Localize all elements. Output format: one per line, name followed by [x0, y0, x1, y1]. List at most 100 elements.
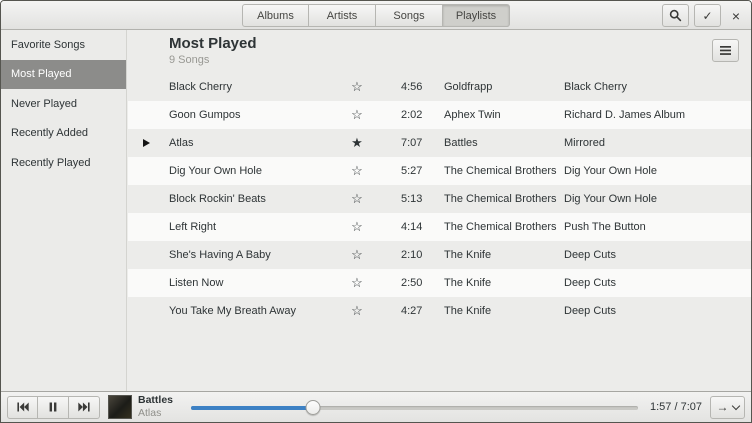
- song-count: 9 Songs: [169, 54, 209, 66]
- sidebar-item-recently-played[interactable]: Recently Played: [1, 148, 126, 178]
- song-duration: 5:27: [401, 157, 422, 185]
- song-artist: The Knife: [444, 241, 491, 269]
- song-title: She's Having A Baby: [169, 241, 271, 269]
- song-duration: 2:50: [401, 269, 422, 297]
- tab-playlists[interactable]: Playlists: [443, 4, 510, 27]
- song-title: You Take My Breath Away: [169, 297, 296, 325]
- player-bar: Battles Atlas 1:57 / 7:07 →: [1, 391, 751, 422]
- time-display: 1:57 / 7:07: [650, 401, 702, 413]
- sidebar-item-label: Favorite Songs: [11, 39, 85, 51]
- previous-button[interactable]: [7, 396, 38, 419]
- sidebar-item-never-played[interactable]: Never Played: [1, 89, 126, 119]
- song-row[interactable]: Block Rockin' Beats ☆ 5:13 The Chemical …: [128, 185, 751, 213]
- song-artist: The Chemical Brothers: [444, 185, 557, 213]
- playlist-view: Most Played 9 Songs Black Cherry ☆ 4:56 …: [128, 30, 751, 391]
- song-row[interactable]: She's Having A Baby ☆ 2:10 The Knife Dee…: [128, 241, 751, 269]
- tab-artists[interactable]: Artists: [309, 4, 376, 27]
- sidebar-item-label: Most Played: [11, 68, 72, 80]
- favorite-star-icon[interactable]: ☆: [347, 101, 367, 129]
- now-playing-primary: Battles: [138, 394, 173, 407]
- close-icon: ×: [732, 8, 740, 24]
- song-duration: 4:14: [401, 213, 422, 241]
- song-title: Goon Gumpos: [169, 101, 241, 129]
- song-album: Dig Your Own Hole: [564, 185, 657, 213]
- sidebar-item-favorite-songs[interactable]: Favorite Songs: [1, 30, 126, 60]
- next-button[interactable]: [69, 396, 100, 419]
- check-icon: ✓: [702, 9, 712, 23]
- song-duration: 5:13: [401, 185, 422, 213]
- song-title: Dig Your Own Hole: [169, 157, 262, 185]
- now-playing-album-art: [108, 395, 132, 419]
- gnome-music-window: Albums Artists Songs Playlists ✓ × Favor…: [0, 0, 752, 423]
- seek-progress: [191, 406, 313, 410]
- favorite-star-icon[interactable]: ☆: [347, 73, 367, 101]
- sidebar-item-recently-added[interactable]: Recently Added: [1, 119, 126, 149]
- song-artist: The Chemical Brothers: [444, 213, 557, 241]
- song-artist: The Knife: [444, 269, 491, 297]
- song-title: Listen Now: [169, 269, 223, 297]
- song-duration: 2:10: [401, 241, 422, 269]
- song-artist: The Chemical Brothers: [444, 157, 557, 185]
- now-playing-icon: [143, 139, 150, 147]
- favorite-star-icon[interactable]: ☆: [347, 269, 367, 297]
- sidebar-item-label: Never Played: [11, 98, 77, 110]
- song-row[interactable]: Goon Gumpos ☆ 2:02 Aphex Twin Richard D.…: [128, 101, 751, 129]
- playlists-sidebar: Favorite Songs Most Played Never Played …: [1, 30, 127, 391]
- now-playing-secondary: Atlas: [138, 407, 173, 420]
- song-row[interactable]: Listen Now ☆ 2:50 The Knife Deep Cuts: [128, 269, 751, 297]
- song-artist: Battles: [444, 129, 478, 157]
- titlebar: Albums Artists Songs Playlists ✓ ×: [1, 1, 751, 30]
- sidebar-item-most-played[interactable]: Most Played: [1, 60, 126, 90]
- song-album: Dig Your Own Hole: [564, 157, 657, 185]
- favorite-star-icon[interactable]: ☆: [347, 213, 367, 241]
- search-icon: [669, 9, 682, 22]
- song-row[interactable]: You Take My Breath Away ☆ 4:27 The Knife…: [128, 297, 751, 325]
- song-album: Black Cherry: [564, 73, 627, 101]
- song-row[interactable]: Atlas ★ 7:07 Battles Mirrored: [128, 129, 751, 157]
- song-duration: 2:02: [401, 101, 422, 129]
- skip-forward-icon: [78, 402, 90, 412]
- favorite-star-icon[interactable]: ☆: [347, 241, 367, 269]
- titlebar-controls: ✓ ×: [662, 4, 746, 27]
- now-playing-info: Battles Atlas: [138, 394, 173, 419]
- song-album: Deep Cuts: [564, 241, 616, 269]
- song-title: Block Rockin' Beats: [169, 185, 266, 213]
- seek-slider[interactable]: [191, 396, 638, 419]
- hamburger-menu-icon: [720, 46, 731, 55]
- song-duration: 4:56: [401, 73, 422, 101]
- chevron-down-icon: [731, 401, 739, 409]
- tab-songs[interactable]: Songs: [376, 4, 443, 27]
- page-title: Most Played: [169, 35, 257, 52]
- favorite-star-icon[interactable]: ★: [347, 129, 367, 157]
- song-title: Atlas: [169, 129, 193, 157]
- sidebar-item-label: Recently Played: [11, 157, 91, 169]
- song-album: Mirrored: [564, 129, 605, 157]
- song-row[interactable]: Left Right ☆ 4:14 The Chemical Brothers …: [128, 213, 751, 241]
- favorite-star-icon[interactable]: ☆: [347, 185, 367, 213]
- playlist-header: Most Played 9 Songs: [128, 30, 751, 73]
- skip-backward-icon: [17, 402, 29, 412]
- song-album: Deep Cuts: [564, 297, 616, 325]
- sidebar-item-label: Recently Added: [11, 127, 88, 139]
- tab-albums[interactable]: Albums: [242, 4, 309, 27]
- seek-handle[interactable]: [306, 400, 321, 415]
- song-album: Richard D. James Album: [564, 101, 685, 129]
- playback-controls: [7, 396, 100, 419]
- pause-icon: [48, 402, 58, 412]
- song-row[interactable]: Black Cherry ☆ 4:56 Goldfrapp Black Cher…: [128, 73, 751, 101]
- song-album: Push The Button: [564, 213, 646, 241]
- repeat-mode-button[interactable]: →: [710, 396, 745, 419]
- search-button[interactable]: [662, 4, 689, 27]
- song-duration: 7:07: [401, 129, 422, 157]
- song-row[interactable]: Dig Your Own Hole ☆ 5:27 The Chemical Br…: [128, 157, 751, 185]
- window-close-button[interactable]: ×: [726, 4, 746, 27]
- song-artist: Aphex Twin: [444, 101, 501, 129]
- select-button[interactable]: ✓: [694, 4, 721, 27]
- view-switcher: Albums Artists Songs Playlists: [242, 4, 510, 27]
- song-album: Deep Cuts: [564, 269, 616, 297]
- playlist-menu-button[interactable]: [712, 39, 739, 62]
- favorite-star-icon[interactable]: ☆: [347, 157, 367, 185]
- pause-button[interactable]: [38, 396, 69, 419]
- favorite-star-icon[interactable]: ☆: [347, 297, 367, 325]
- song-duration: 4:27: [401, 297, 422, 325]
